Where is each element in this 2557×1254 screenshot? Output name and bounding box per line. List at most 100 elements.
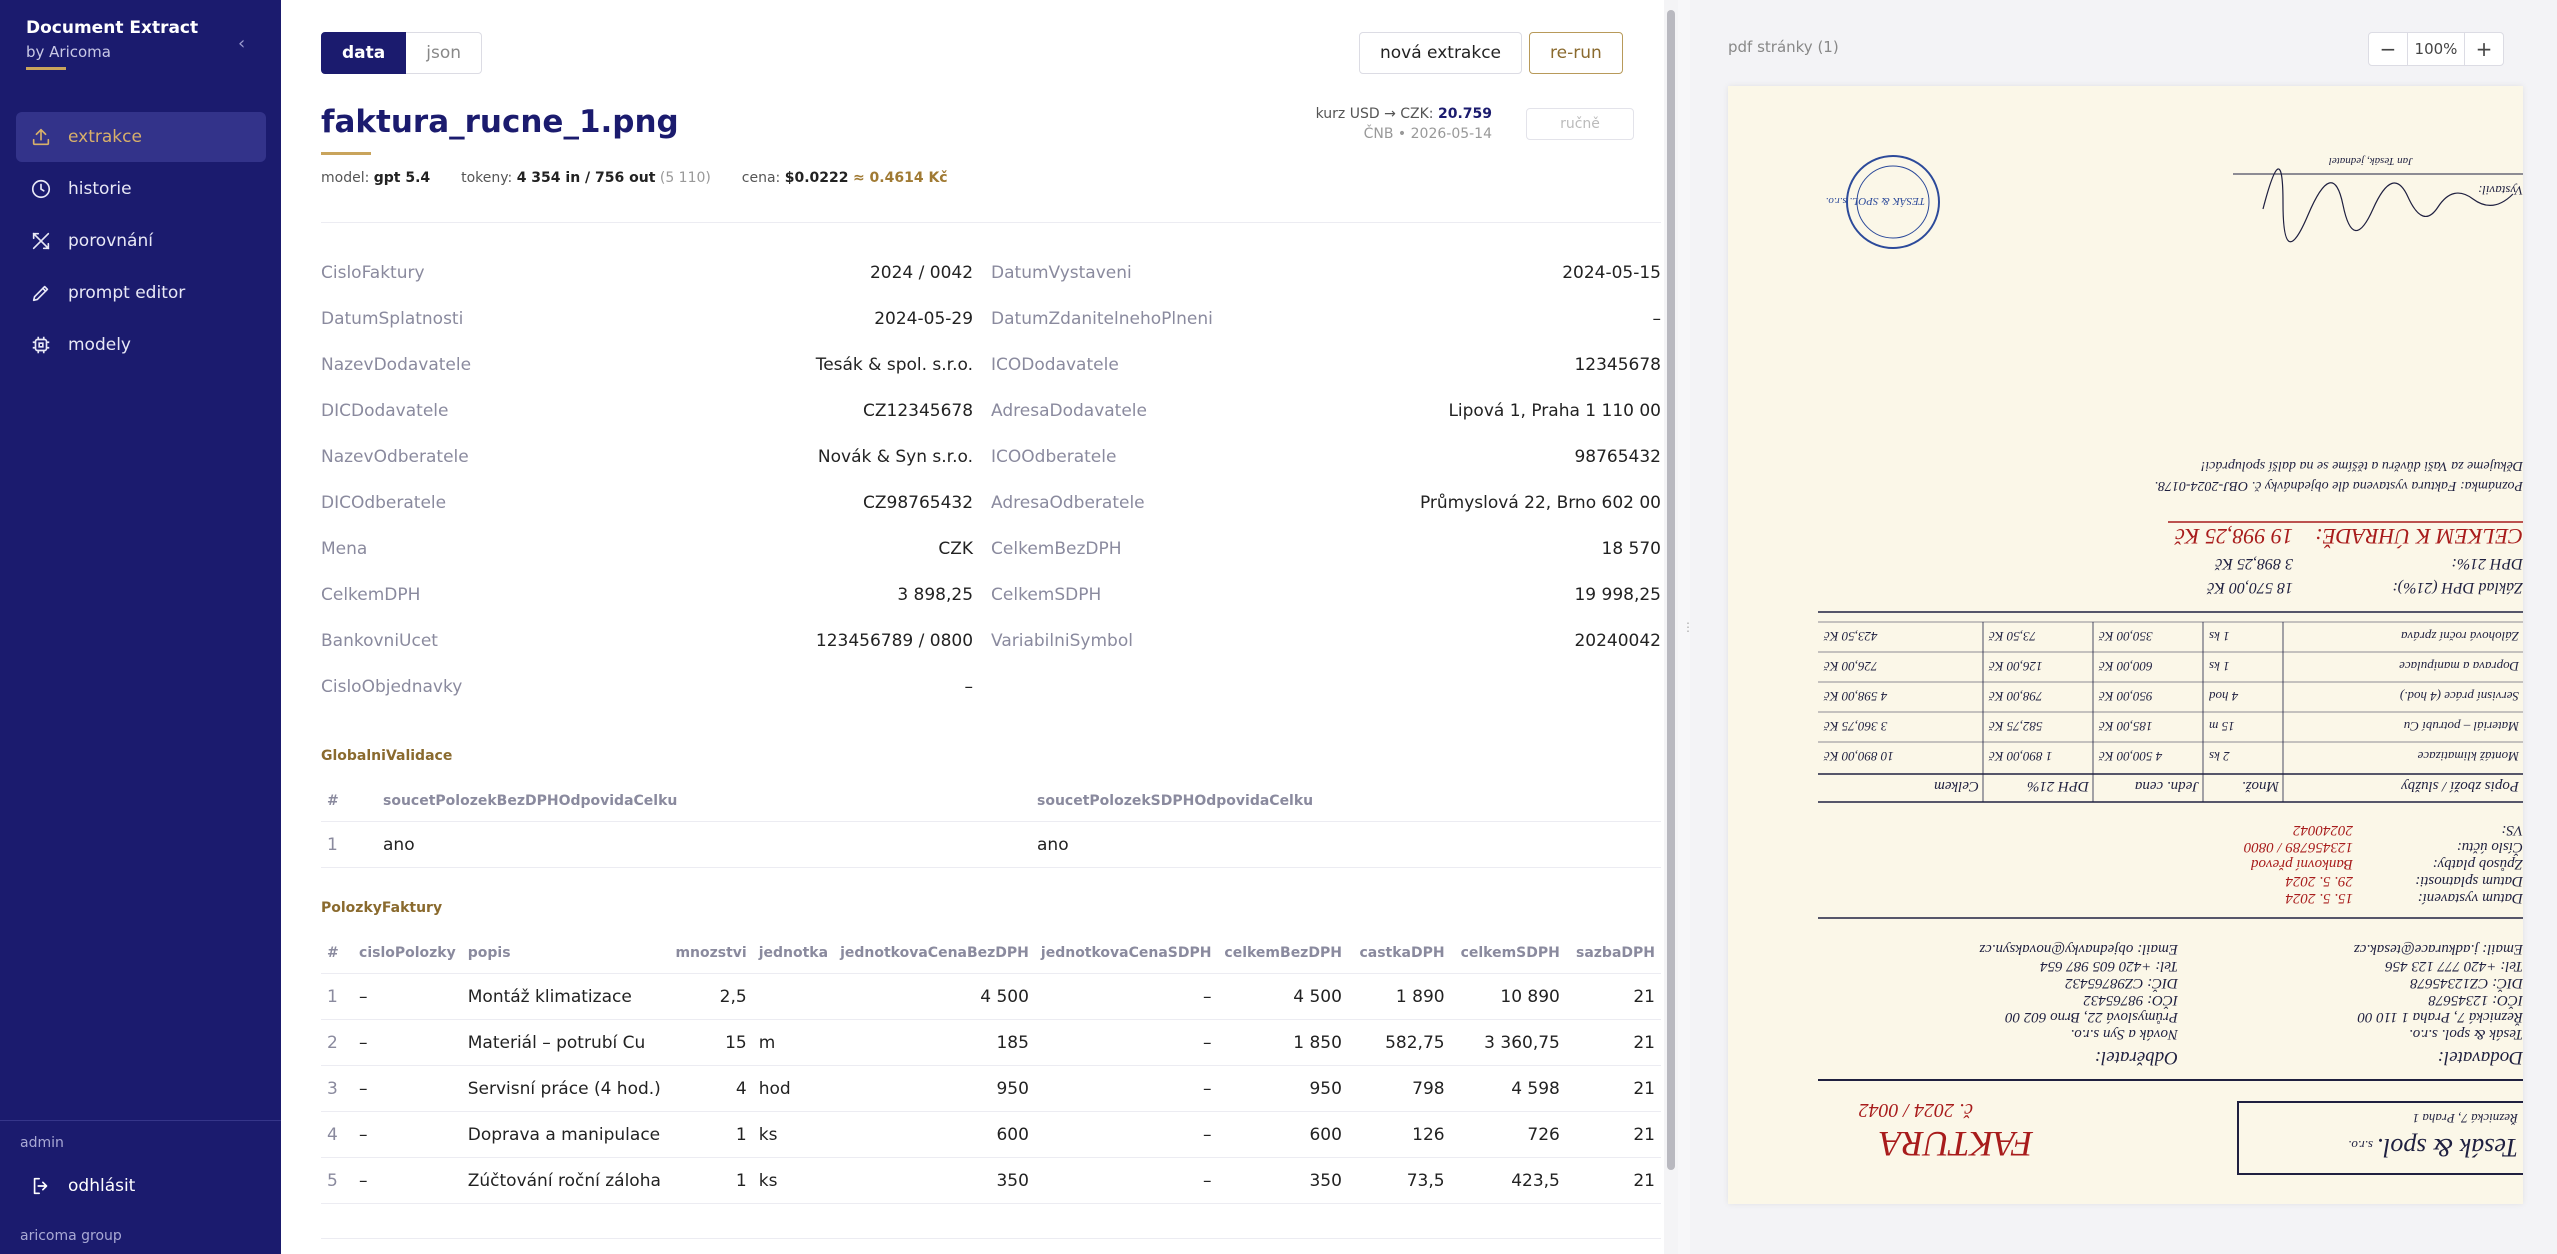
logout-button[interactable]: odhlásit xyxy=(30,1175,135,1197)
field-key: CelkemSDPH xyxy=(991,585,1102,605)
table-cell: Zúčtování roční záloha xyxy=(461,1157,670,1204)
inv-table-header: DPH 21% xyxy=(2027,778,2090,794)
rate-prefix: kurz USD → CZK: xyxy=(1315,106,1434,122)
table-cell: 5 xyxy=(321,1157,354,1204)
zoom-control: − 100% + xyxy=(2368,32,2504,66)
divider xyxy=(321,222,1661,223)
field-key: ICODodavatele xyxy=(991,355,1119,375)
drag-handle-icon[interactable]: ⋮ xyxy=(1682,620,1694,636)
inv-customer-line: DIČ: CZ98765432 xyxy=(2065,975,2179,992)
cost-usd: $0.0222 xyxy=(784,170,849,186)
main-scrollbar[interactable] xyxy=(1664,0,1678,1254)
items-title: PolozkyFaktury xyxy=(321,900,443,916)
table-cell: 185 xyxy=(834,1019,1035,1066)
sidebar-item-label: extrakce xyxy=(68,127,142,147)
title-underline xyxy=(321,152,371,155)
inv-supplier-line: Tel: +420 777 123 456 xyxy=(2385,958,2523,974)
col-header: # xyxy=(321,781,377,822)
field-value: CZ98765432 xyxy=(862,493,974,513)
inv-supplier-lines: Tesák & spol. s.r.o.Řeznická 7, Praha 1 … xyxy=(2354,941,2523,1042)
sidebar-item-modely[interactable]: modely xyxy=(16,320,266,370)
inv-table-cell: 2 ks xyxy=(2209,749,2230,764)
inv-supplier-box-addr: Řeznická 7, Praha 1 xyxy=(2413,1111,2519,1126)
field-pair: Mena CZK xyxy=(321,539,991,559)
inv-table-cell: 726,00 Kč xyxy=(1823,659,1878,674)
field-value: 2024-05-15 xyxy=(1562,263,1661,283)
inv-date-label: Datum vystavení: xyxy=(2418,890,2523,906)
table-cell: 3 xyxy=(321,1065,354,1112)
table-cell: ks xyxy=(752,1111,835,1158)
inv-date-rows: Datum vystavení: 15. 5. 2024 Datum splatno… xyxy=(2243,822,2523,906)
inv-table-cell: 126,00 Kč xyxy=(1988,659,2043,674)
field-pair: BankovniUcet 123456789 / 0800 xyxy=(321,631,991,651)
table-cell: 4 598 xyxy=(1450,1065,1566,1112)
collapse-sidebar-icon[interactable]: ‹ xyxy=(238,33,245,54)
tab-data[interactable]: data xyxy=(321,32,407,74)
sidebar-nav: extrakce historie porovnání prompt edito… xyxy=(16,112,266,372)
sidebar-item-label: modely xyxy=(68,335,131,355)
manual-rate-input[interactable]: ručně xyxy=(1526,108,1634,140)
field-value: – xyxy=(964,677,974,697)
inv-supplier-line: Tesák & spol. s.r.o. xyxy=(2409,1026,2523,1042)
field-pair: VariabilniSymbol 20240042 xyxy=(991,631,1661,651)
field-pair: CisloObjednavky – xyxy=(321,677,991,697)
field-row: CisloFaktury 2024 / 0042 DatumVystaveni 202… xyxy=(321,250,1661,296)
field-key: DatumZdanitelnehoPlneni xyxy=(991,309,1213,329)
col-header: popis xyxy=(461,933,670,974)
field-pair: AdresaOdberatele Průmyslová 22, Brno 602 … xyxy=(991,493,1661,513)
inv-date-value: 29. 5. 2024 xyxy=(2285,873,2353,889)
inv-table-cell: 4 598,00 Kč xyxy=(1823,689,1887,704)
sidebar-item-historie[interactable]: historie xyxy=(16,164,266,214)
col-header: soucetPolozekBezDPHOdpovidaCelku xyxy=(377,781,1031,822)
compare-icon xyxy=(32,232,50,250)
field-pair: DatumSplatnosti 2024-05-29 xyxy=(321,309,991,329)
inv-table-header: Popis zboží / služby xyxy=(2401,778,2520,794)
zoom-in-button[interactable]: + xyxy=(2465,33,2503,65)
inv-date-label: Číslo účtu: xyxy=(2457,839,2523,856)
main-content: data json nová extrakce re-run faktura_r… xyxy=(281,0,1661,1254)
brand-underline xyxy=(26,67,66,70)
pencil-icon xyxy=(32,285,49,302)
sidebar-item-label: porovnání xyxy=(68,231,153,251)
field-value: – xyxy=(1652,309,1662,329)
new-extraction-button[interactable]: nová extrakce xyxy=(1359,32,1523,74)
inv-table-cell: 600,00 Kč xyxy=(2098,659,2153,674)
field-pair: ICODodavatele 12345678 xyxy=(991,355,1661,375)
sidebar-item-porovnani[interactable]: porovnání xyxy=(16,216,266,266)
scrollbar-thumb[interactable] xyxy=(1667,10,1675,1170)
field-key: CisloObjednavky xyxy=(321,677,463,697)
table-row: 5– Zúčtování roční záloha 1 ks 350–350 73,5 42… xyxy=(321,1157,1661,1204)
tab-json[interactable]: json xyxy=(406,32,483,74)
field-key: DatumVystaveni xyxy=(991,263,1132,283)
table-cell: 4 xyxy=(321,1111,354,1158)
table-cell: m xyxy=(752,1019,835,1066)
tokens-total: (5 110) xyxy=(659,170,711,186)
table-cell: – xyxy=(1034,973,1218,1020)
inv-table-cell: Servisní práce (4 hod.) xyxy=(2400,689,2519,704)
field-key: BankovniUcet xyxy=(321,631,438,651)
zoom-out-button[interactable]: − xyxy=(2369,33,2407,65)
validation-table: # soucetPolozekBezDPHOdpovidaCelku souce… xyxy=(321,781,1661,868)
table-row: 1 ano ano xyxy=(321,821,1661,868)
items-table: # cisloPolozky popis mnozstvi jednotka jednot… xyxy=(321,933,1661,1204)
col-header: jednotkovaCenaSDPH xyxy=(1034,933,1218,974)
inv-table-cell: 185,00 Kč xyxy=(2098,719,2153,734)
brand: Document Extract by Aricoma xyxy=(26,18,198,70)
inv-issued-by-label: Vystavil: xyxy=(2478,183,2523,198)
field-value: 123456789 / 0800 xyxy=(815,631,974,651)
rerun-button[interactable]: re-run xyxy=(1529,32,1623,74)
field-row: Mena CZK CelkemBezDPH 18 570 xyxy=(321,526,1661,572)
col-header: jednotka xyxy=(752,933,835,974)
field-pair: AdresaDodavatele Lipová 1, Praha 1 110 00 xyxy=(991,401,1661,421)
table-cell: 950 xyxy=(1217,1065,1348,1112)
model-value: gpt 5.4 xyxy=(373,170,431,186)
sidebar-item-prompt-editor[interactable]: prompt editor xyxy=(16,268,266,318)
inv-customer-lines: Novák a Syn s.r.o.Průmyslová 22, Brno 60… xyxy=(1979,941,2179,1042)
field-row: NazevDodavatele Tesák & spol. s.r.o. ICODo… xyxy=(321,342,1661,388)
table-cell: 350 xyxy=(1217,1157,1348,1204)
inv-table-cell: 4 hod xyxy=(2209,689,2239,704)
rate-source: ČNB • 2026-05-14 xyxy=(1363,126,1492,142)
field-pair: ICOOdberatele 98765432 xyxy=(991,447,1661,467)
rate-value: 20.759 xyxy=(1437,106,1492,122)
sidebar-item-extrakce[interactable]: extrakce xyxy=(16,112,266,162)
